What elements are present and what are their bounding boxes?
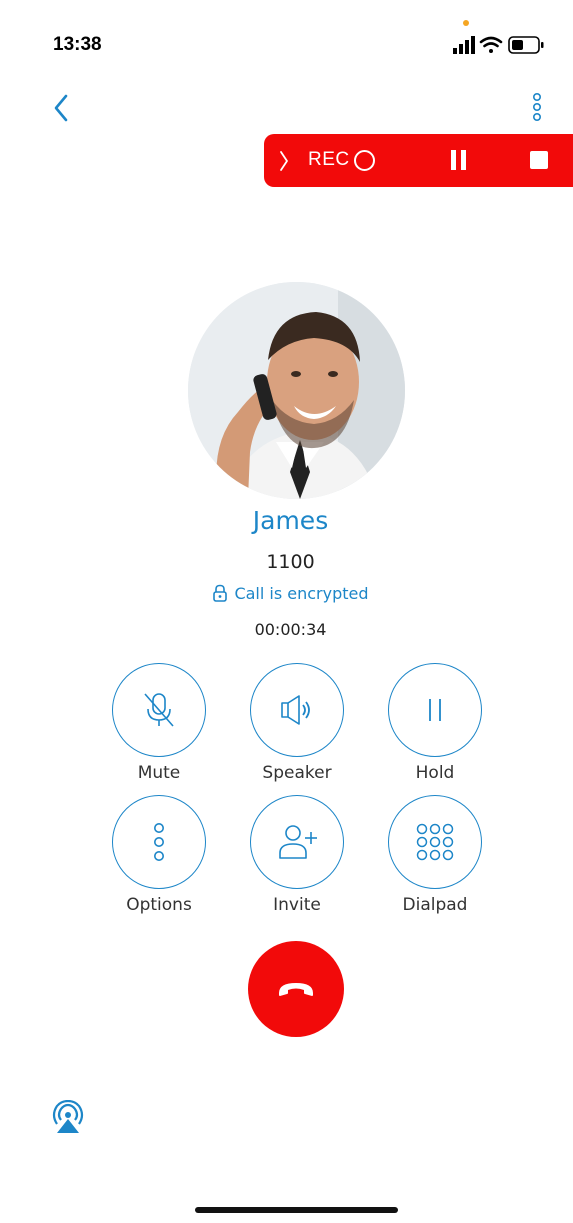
mic-off-icon xyxy=(144,693,174,727)
lock-icon xyxy=(213,584,228,602)
recording-label: REC xyxy=(308,149,350,170)
recording-bar: REC xyxy=(264,134,573,187)
dialpad-icon xyxy=(416,823,454,861)
caller-photo xyxy=(188,282,405,499)
back-chevron-icon[interactable] xyxy=(48,90,76,126)
mute-label: Mute xyxy=(137,763,181,783)
status-time: 13:38 xyxy=(53,34,102,55)
hold-control: Hold xyxy=(375,663,495,783)
chevron-right-icon[interactable] xyxy=(278,148,290,174)
hold-button[interactable] xyxy=(388,663,482,757)
invite-user-icon xyxy=(279,825,317,859)
speaker-icon xyxy=(281,695,310,725)
options-label: Options xyxy=(126,895,192,915)
battery-icon xyxy=(508,36,544,54)
speaker-button[interactable] xyxy=(250,663,344,757)
hold-label: Hold xyxy=(415,763,455,783)
mute-control: Mute xyxy=(99,663,219,783)
mic-indicator-dot xyxy=(463,20,469,26)
stop-icon[interactable] xyxy=(530,151,548,169)
pause-icon[interactable] xyxy=(448,150,468,172)
status-icons xyxy=(453,36,544,54)
airplay-icon[interactable] xyxy=(51,1100,85,1134)
home-indicator[interactable] xyxy=(195,1207,398,1213)
dialpad-control: Dialpad xyxy=(375,795,495,915)
hangup-button[interactable] xyxy=(248,941,344,1037)
dialpad-button[interactable] xyxy=(388,795,482,889)
invite-control: Invite xyxy=(237,795,357,915)
invite-button[interactable] xyxy=(250,795,344,889)
record-indicator-icon xyxy=(354,150,375,171)
more-vertical-icon[interactable] xyxy=(525,89,549,129)
options-icon xyxy=(154,823,164,861)
avatar xyxy=(188,282,405,499)
hold-icon xyxy=(429,699,441,721)
caller-number: 1100 xyxy=(266,551,315,573)
speaker-control: Speaker xyxy=(237,663,357,783)
dialpad-label: Dialpad xyxy=(402,895,468,915)
caller-name: James xyxy=(252,506,329,535)
invite-label: Invite xyxy=(273,895,321,915)
call-duration: 00:00:34 xyxy=(254,620,327,639)
wifi-icon xyxy=(479,36,503,53)
hangup-icon xyxy=(279,983,313,996)
encryption-status: Call is encrypted xyxy=(8,584,573,603)
call-screen: 13:38 REC James 1100 Call is encrypted 0… xyxy=(8,6,573,1223)
signal-icon xyxy=(453,36,475,54)
speaker-label: Speaker xyxy=(262,763,332,783)
options-button[interactable] xyxy=(112,795,206,889)
mute-button[interactable] xyxy=(112,663,206,757)
options-control: Options xyxy=(99,795,219,915)
encryption-label: Call is encrypted xyxy=(234,584,369,603)
